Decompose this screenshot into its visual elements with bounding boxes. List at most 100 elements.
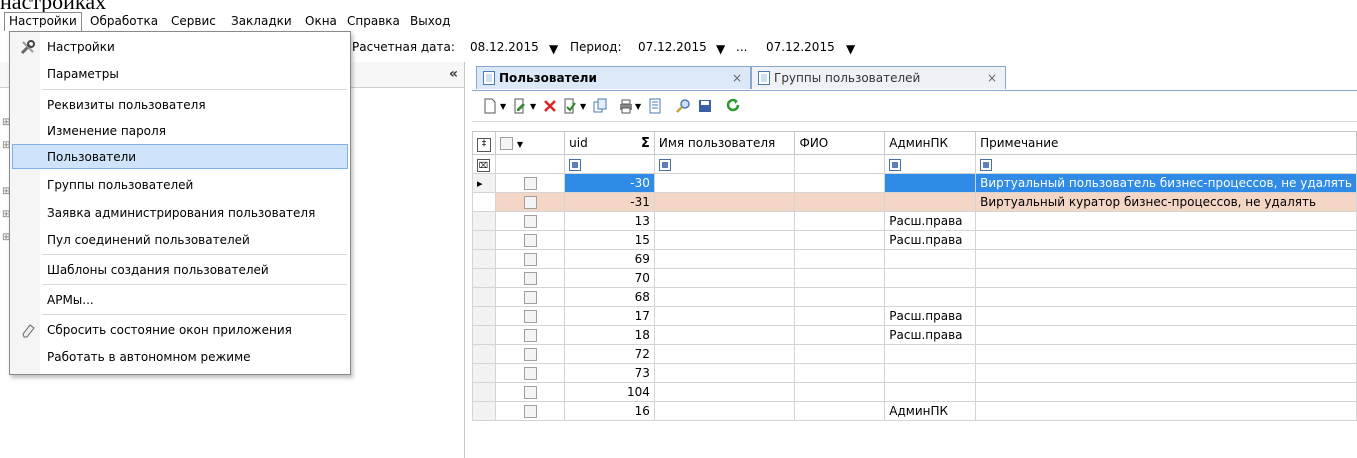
period-to-value[interactable]: 07.12.2015 bbox=[766, 40, 835, 54]
cell-username[interactable] bbox=[653, 173, 796, 193]
cell-note[interactable] bbox=[975, 268, 1357, 288]
table-row[interactable]: 70 bbox=[472, 268, 1357, 288]
row-checkbox[interactable] bbox=[494, 401, 566, 421]
tab-user-groups-close-icon[interactable]: × bbox=[987, 67, 997, 89]
cell-adminpk[interactable] bbox=[884, 173, 977, 193]
table-row[interactable]: 15 Расш.права bbox=[472, 230, 1357, 250]
menu-help[interactable]: Справка bbox=[347, 14, 400, 28]
cell-username[interactable] bbox=[653, 363, 796, 383]
cell-fio[interactable] bbox=[794, 230, 886, 250]
table-row[interactable]: 17 Расш.права bbox=[472, 306, 1357, 326]
column-fio[interactable]: ФИО bbox=[794, 131, 886, 155]
menu-item-user-groups[interactable]: Группы пользователей bbox=[12, 172, 348, 197]
cell-uid[interactable]: 16 bbox=[564, 401, 655, 421]
cell-username[interactable] bbox=[653, 192, 796, 212]
cell-note[interactable] bbox=[975, 249, 1357, 269]
row-checkbox[interactable] bbox=[494, 325, 566, 345]
cell-fio[interactable] bbox=[794, 401, 886, 421]
cell-adminpk[interactable] bbox=[884, 382, 977, 402]
cell-fio[interactable] bbox=[794, 211, 886, 231]
column-adminpk[interactable]: АдминПК bbox=[884, 131, 977, 155]
cell-username[interactable] bbox=[653, 401, 796, 421]
row-indicator[interactable] bbox=[472, 287, 496, 307]
cell-fio[interactable] bbox=[794, 382, 886, 402]
tab-users-close-icon[interactable]: × bbox=[732, 67, 742, 89]
refresh-icon[interactable] bbox=[725, 98, 741, 114]
menu-settings[interactable]: Настройки bbox=[4, 12, 82, 31]
cell-adminpk[interactable]: Расш.права bbox=[884, 211, 977, 231]
save-icon[interactable] bbox=[697, 98, 713, 114]
row-indicator[interactable] bbox=[472, 325, 496, 345]
menu-exit[interactable]: Выход bbox=[410, 14, 450, 28]
period-from-value[interactable]: 07.12.2015 bbox=[638, 40, 707, 54]
menu-item-users[interactable]: Пользователи bbox=[12, 144, 348, 169]
filter-username[interactable] bbox=[653, 154, 796, 174]
cell-fio[interactable] bbox=[794, 287, 886, 307]
row-checkbox[interactable] bbox=[494, 382, 566, 402]
period-from-dropdown-icon[interactable]: ▼ bbox=[716, 42, 725, 56]
cell-username[interactable] bbox=[653, 344, 796, 364]
cell-adminpk[interactable]: Расш.права bbox=[884, 325, 977, 345]
table-row[interactable]: ▸ -30 Виртуальный пользователь бизнес-проц… bbox=[472, 173, 1357, 193]
tree-expanders[interactable]: ⊞ ⊞ ⊞ ⊞ ⊞ bbox=[2, 111, 10, 243]
filter-uid[interactable] bbox=[564, 154, 655, 174]
new-document-icon[interactable] bbox=[482, 98, 498, 114]
cell-note[interactable] bbox=[975, 401, 1357, 421]
cell-adminpk[interactable] bbox=[884, 268, 977, 288]
menu-item-user-templates[interactable]: Шаблоны создания пользователей bbox=[12, 257, 348, 282]
cell-username[interactable] bbox=[653, 211, 796, 231]
calc-date-dropdown-icon[interactable]: ▼ bbox=[549, 42, 558, 56]
row-indicator[interactable] bbox=[472, 192, 496, 212]
cell-uid[interactable]: 104 bbox=[564, 382, 655, 402]
row-checkbox[interactable] bbox=[494, 173, 566, 193]
cell-fio[interactable] bbox=[794, 363, 886, 383]
filter-adminpk[interactable] bbox=[884, 154, 977, 174]
cell-note[interactable] bbox=[975, 382, 1357, 402]
cell-fio[interactable] bbox=[794, 325, 886, 345]
column-uid[interactable]: uid Σ bbox=[564, 131, 655, 155]
row-indicator[interactable] bbox=[472, 363, 496, 383]
cell-adminpk[interactable]: АдминПК bbox=[884, 401, 977, 421]
menu-bookmarks[interactable]: Закладки bbox=[231, 14, 292, 28]
copy-icon[interactable] bbox=[592, 98, 608, 114]
table-row[interactable]: 104 bbox=[472, 382, 1357, 402]
column-note[interactable]: Примечание bbox=[975, 131, 1357, 155]
cell-fio[interactable] bbox=[794, 192, 886, 212]
cell-uid[interactable]: -31 bbox=[564, 192, 655, 212]
cell-adminpk[interactable]: Расш.права bbox=[884, 306, 977, 326]
cell-note[interactable] bbox=[975, 287, 1357, 307]
cell-note[interactable] bbox=[975, 306, 1357, 326]
menu-item-settings[interactable]: Настройки bbox=[12, 34, 348, 59]
cell-uid[interactable]: 73 bbox=[564, 363, 655, 383]
cell-note[interactable] bbox=[975, 211, 1357, 231]
table-row[interactable]: 18 Расш.права bbox=[472, 325, 1357, 345]
column-username[interactable]: Имя пользователя bbox=[653, 131, 796, 155]
menu-item-connection-pool[interactable]: Пул соединений пользователей bbox=[12, 227, 348, 252]
cell-note[interactable]: Виртуальный пользователь бизнес-процессо… bbox=[975, 173, 1357, 193]
cell-username[interactable] bbox=[653, 287, 796, 307]
menu-item-arms[interactable]: АРМы... bbox=[12, 287, 348, 312]
cell-username[interactable] bbox=[653, 230, 796, 250]
cell-note[interactable] bbox=[975, 325, 1357, 345]
cell-fio[interactable] bbox=[794, 306, 886, 326]
row-indicator[interactable] bbox=[472, 401, 496, 421]
cell-uid[interactable]: 68 bbox=[564, 287, 655, 307]
cell-adminpk[interactable] bbox=[884, 344, 977, 364]
report-icon[interactable] bbox=[647, 98, 663, 114]
cell-uid[interactable]: 18 bbox=[564, 325, 655, 345]
cell-username[interactable] bbox=[653, 268, 796, 288]
print-icon[interactable] bbox=[618, 98, 634, 114]
sum-icon[interactable]: Σ bbox=[641, 136, 650, 151]
cell-adminpk[interactable] bbox=[884, 192, 977, 212]
row-indicator[interactable] bbox=[472, 268, 496, 288]
cell-username[interactable] bbox=[653, 306, 796, 326]
cell-adminpk[interactable] bbox=[884, 363, 977, 383]
table-row[interactable]: 13 Расш.права bbox=[472, 211, 1357, 231]
row-checkbox[interactable] bbox=[494, 268, 566, 288]
clear-filter-icon[interactable]: ⌧ bbox=[472, 154, 496, 174]
cell-username[interactable] bbox=[653, 382, 796, 402]
row-indicator[interactable] bbox=[472, 211, 496, 231]
table-row[interactable]: 72 bbox=[472, 344, 1357, 364]
row-indicator[interactable] bbox=[472, 249, 496, 269]
row-indicator[interactable] bbox=[472, 230, 496, 250]
